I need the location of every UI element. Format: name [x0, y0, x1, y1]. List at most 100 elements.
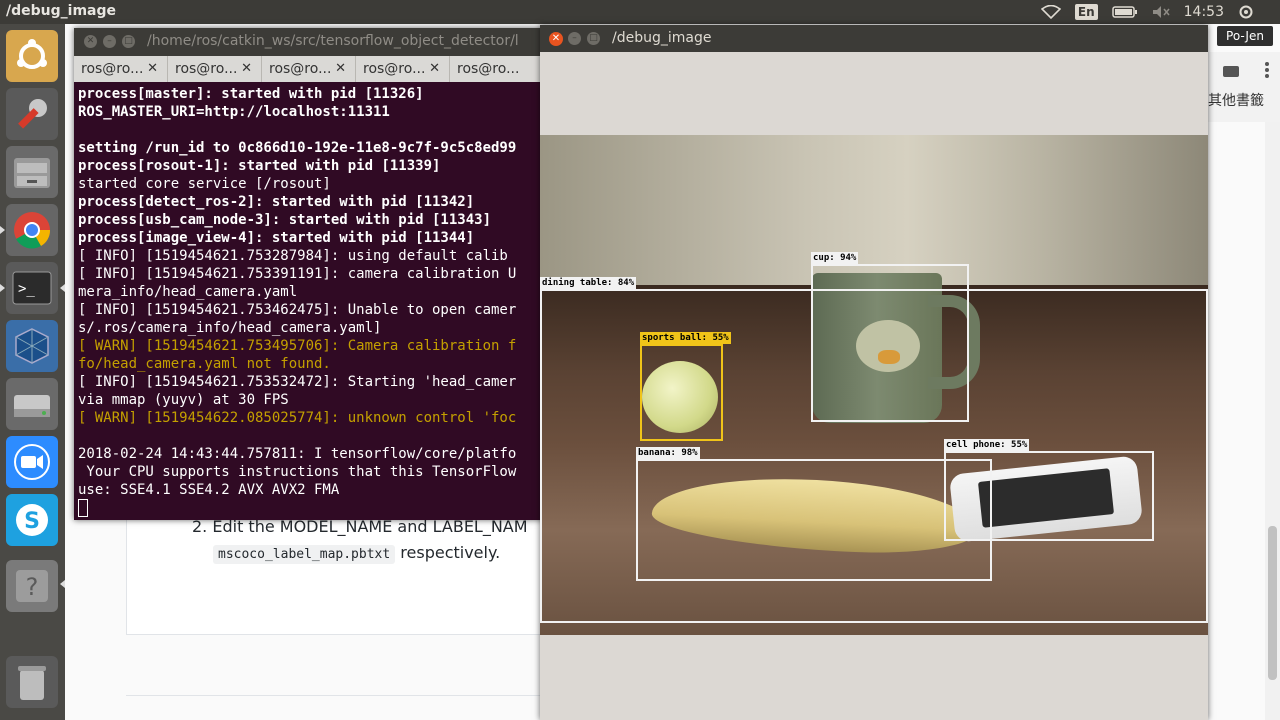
camera-frame: dining table: 84% cup: 94% sports ball: …	[540, 135, 1208, 635]
tab-label: ros@ro...	[363, 61, 426, 77]
terminal-line: process[usb_cam_node-3]: started with pi…	[78, 212, 492, 228]
scrollbar-thumb[interactable]	[1268, 526, 1277, 680]
detection-label: cup: 94%	[811, 252, 859, 264]
detection-label: sports ball: 55%	[640, 332, 731, 344]
close-tab-icon[interactable]: ✕	[147, 56, 158, 82]
detection-label: banana: 98%	[636, 447, 700, 459]
minimize-icon[interactable]: –	[568, 32, 581, 45]
inline-code: mscoco_label_map.pbtxt	[213, 545, 396, 564]
instruction-step-continued: mscoco_label_map.pbtxt respectively.	[213, 543, 501, 564]
top-panel: /debug_image En 14:53	[0, 0, 1280, 24]
tab-label: ros@ro...	[269, 61, 332, 77]
terminal-line: 2018-02-24 14:43:44.757811: I tensorflow…	[78, 446, 517, 462]
detection-label: cell phone: 55%	[944, 439, 1030, 451]
close-tab-icon[interactable]: ✕	[429, 56, 440, 82]
terminal-line: mera_info/head_camera.yaml	[78, 284, 298, 300]
svg-text:?: ?	[26, 573, 39, 601]
profile-button[interactable]: Po-Jen	[1217, 26, 1273, 46]
tab-label: ros@ro...	[457, 61, 520, 77]
detection-box-cup: cup: 94%	[811, 252, 969, 422]
detection-box-sports-ball: sports ball: 55%	[640, 332, 731, 441]
terminal-line: fo/head_camera.yaml not found.	[78, 356, 331, 372]
terminal-cursor	[78, 499, 88, 517]
divider	[126, 695, 546, 696]
terminal-icon[interactable]: >_	[6, 262, 58, 314]
instruction-tail: respectively.	[400, 543, 501, 562]
menu-icon[interactable]	[1264, 62, 1270, 78]
terminal-tab[interactable]: ros@ro...	[450, 56, 544, 82]
detection-box-cell-phone: cell phone: 55%	[944, 439, 1154, 541]
terminal-line: setting /run_id to 0c866d10-192e-11e8-9c…	[78, 140, 517, 156]
terminal-tab[interactable]: ros@ro... ✕	[168, 56, 262, 82]
file-manager-icon[interactable]	[6, 146, 58, 198]
terminal-cursor-line	[78, 499, 544, 519]
active-window-title: /debug_image	[6, 3, 116, 19]
wall-background	[540, 135, 1208, 285]
extension-icon[interactable]	[1222, 64, 1240, 78]
minimize-icon[interactable]: –	[103, 35, 116, 48]
svg-text:S: S	[24, 509, 40, 534]
maximize-icon[interactable]: □	[122, 35, 135, 48]
detection-label: dining table: 84%	[540, 277, 637, 289]
terminal-line: use: SSE4.1 SSE4.2 AVX AVX2 FMA	[78, 482, 340, 498]
tab-label: ros@ro...	[81, 61, 144, 77]
help-icon[interactable]: ?	[6, 560, 58, 612]
maximize-icon[interactable]: □	[587, 32, 600, 45]
battery-icon[interactable]	[1111, 6, 1138, 18]
tab-label: ros@ro...	[175, 61, 238, 77]
terminal-line: [ INFO] [1519454621.753462475]: Unable t…	[78, 302, 517, 318]
trash-icon[interactable]	[6, 656, 58, 708]
volume-muted-icon[interactable]	[1152, 5, 1170, 19]
terminal-window[interactable]: ✕ – □ /home/ros/catkin_ws/src/tensorflow…	[74, 28, 544, 520]
chrome-icon[interactable]	[6, 204, 58, 256]
running-indicator	[0, 226, 5, 234]
terminal-line: process[detect_ros-2]: started with pid …	[78, 194, 475, 210]
svg-text:>_: >_	[18, 281, 35, 297]
detection-box-banana: banana: 98%	[636, 447, 992, 581]
system-settings-icon[interactable]	[6, 88, 58, 140]
power-gear-icon[interactable]	[1238, 4, 1254, 20]
terminal-tab[interactable]: ros@ro... ✕	[262, 56, 356, 82]
bookmarks-bar	[1208, 52, 1280, 122]
terminal-line: [ INFO] [1519454621.753391191]: camera c…	[78, 266, 517, 282]
terminal-line: [ INFO] [1519454621.753287984]: using de…	[78, 248, 508, 264]
ubuntu-logo-icon[interactable]	[6, 30, 58, 82]
terminal-line: started core service [/rosout]	[78, 176, 331, 192]
skype-icon[interactable]: S	[6, 494, 58, 546]
terminal-title: /home/ros/catkin_ws/src/tensorflow_objec…	[147, 33, 519, 49]
disk-icon[interactable]	[6, 378, 58, 430]
terminal-line: process[master]: started with pid [11326…	[78, 86, 424, 102]
terminal-output[interactable]: process[master]: started with pid [11326…	[78, 85, 544, 519]
other-bookmarks-folder[interactable]: 其他書籤	[1208, 90, 1264, 110]
terminal-tab[interactable]: ros@ro... ✕	[74, 56, 168, 82]
terminal-line: s/.ros/camera_info/head_camera.yaml]	[78, 320, 382, 336]
keyboard-layout-indicator[interactable]: En	[1074, 4, 1098, 20]
running-indicator	[0, 284, 5, 292]
clock[interactable]: 14:53	[1184, 4, 1224, 20]
virtualbox-icon[interactable]	[6, 320, 58, 372]
terminal-tab[interactable]: ros@ro... ✕	[356, 56, 450, 82]
close-tab-icon[interactable]: ✕	[241, 56, 252, 82]
debug-image-titlebar[interactable]: ✕ – □ /debug_image	[540, 25, 1208, 52]
terminal-titlebar[interactable]: ✕ – □ /home/ros/catkin_ws/src/tensorflow…	[74, 28, 544, 56]
terminal-line: [ WARN] [1519454622.085025774]: unknown …	[78, 410, 517, 426]
close-icon[interactable]: ✕	[549, 32, 563, 46]
terminal-line: process[rosout-1]: started with pid [113…	[78, 158, 441, 174]
debug-image-window[interactable]: ✕ – □ /debug_image dining table: 84% cup…	[540, 25, 1208, 720]
wifi-icon[interactable]	[1040, 5, 1061, 19]
unity-launcher: >_ S ?	[0, 24, 65, 720]
debug-image-title: /debug_image	[612, 30, 712, 46]
zoom-icon[interactable]	[6, 436, 58, 488]
terminal-line: process[image_view-4]: started with pid …	[78, 230, 475, 246]
terminal-line: [ WARN] [1519454621.753495706]: Camera c…	[78, 338, 517, 354]
system-tray: En 14:53	[1040, 0, 1280, 24]
terminal-line: via mmap (yuyv) at 30 FPS	[78, 392, 289, 408]
close-tab-icon[interactable]: ✕	[335, 56, 346, 82]
terminal-line: Your CPU supports instructions that this…	[78, 464, 517, 480]
close-icon[interactable]: ✕	[84, 35, 97, 48]
terminal-line: [ INFO] [1519454621.753532472]: Starting…	[78, 374, 517, 390]
terminal-line: ROS_MASTER_URI=http://localhost:11311	[78, 104, 390, 120]
terminal-tabs: ros@ro... ✕ ros@ro... ✕ ros@ro... ✕ ros@ro.…	[74, 56, 544, 82]
